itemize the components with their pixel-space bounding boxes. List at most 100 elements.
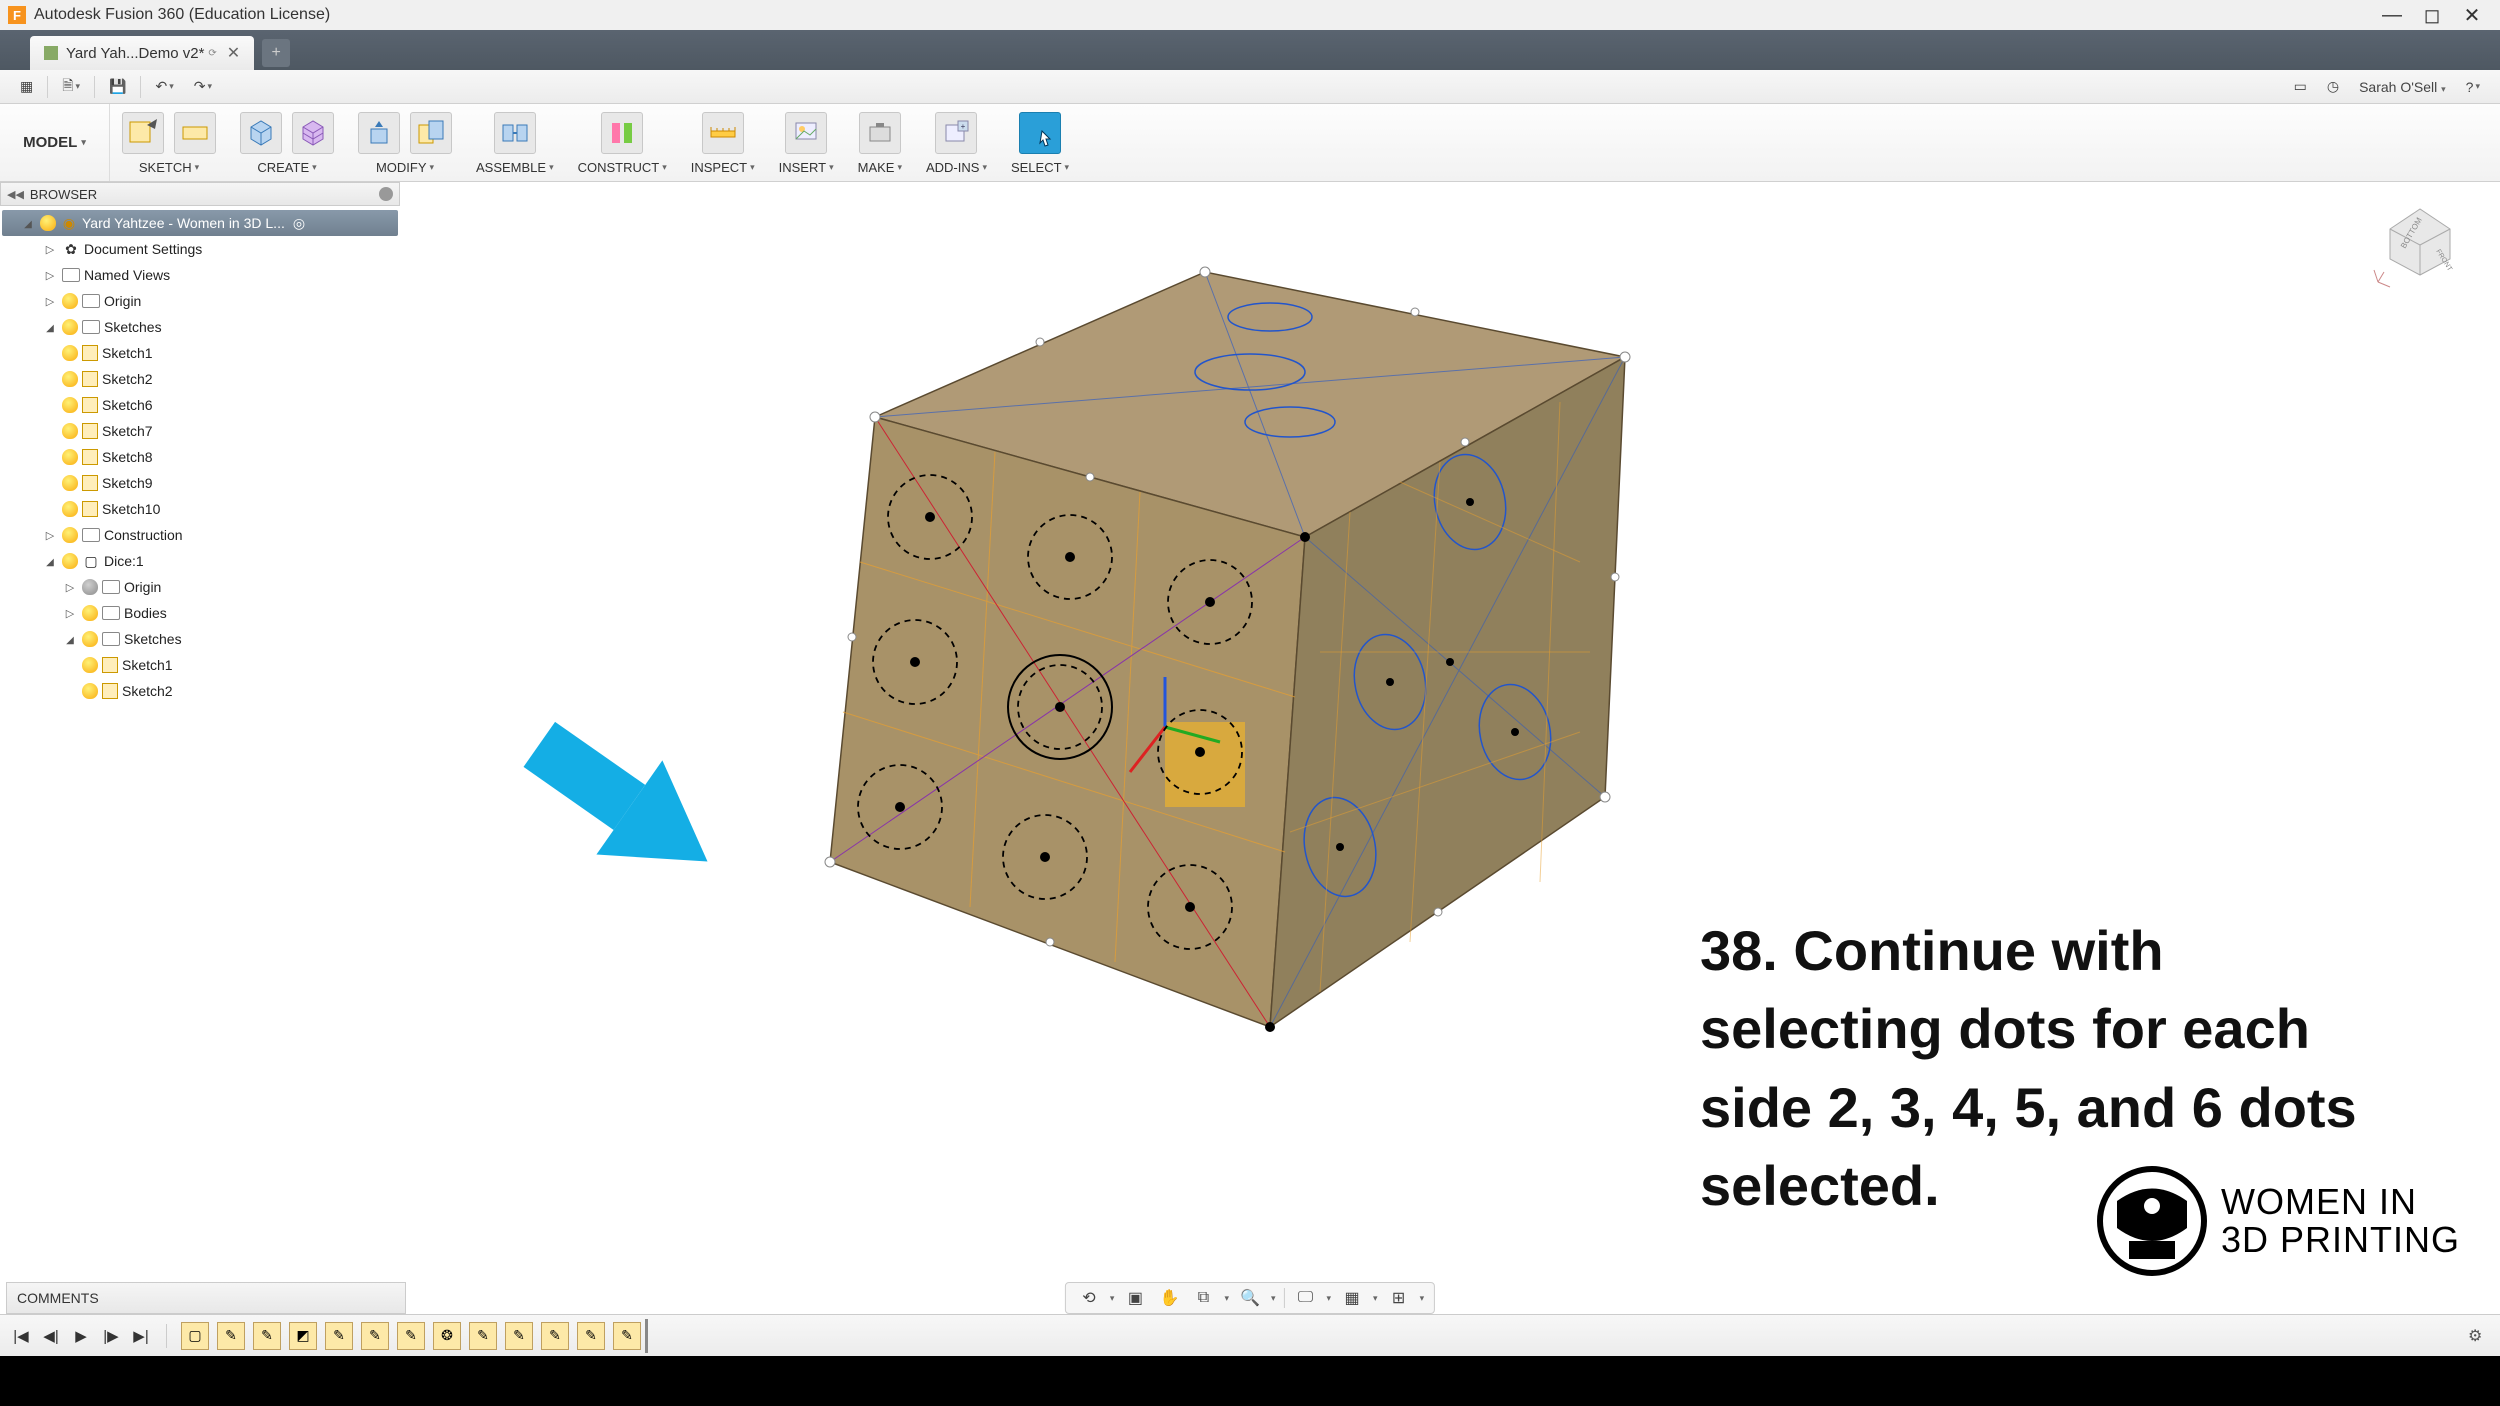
ribbon-label-assemble[interactable]: ASSEMBLE▾ xyxy=(476,157,554,177)
tree-named-views[interactable]: Named Views xyxy=(2,262,398,288)
ribbon-label-sketch[interactable]: SKETCH▾ xyxy=(139,157,199,177)
ribbon-label-modify[interactable]: MODIFY▾ xyxy=(376,157,434,177)
timeline-feature[interactable]: ✎ xyxy=(361,1322,389,1350)
press-pull-button[interactable] xyxy=(358,112,400,154)
close-button[interactable]: ✕ xyxy=(2452,3,2492,28)
timeline-feature[interactable]: ◩ xyxy=(289,1322,317,1350)
ribbon-label-select[interactable]: SELECT▾ xyxy=(1011,157,1069,177)
file-menu-button[interactable]: 🗎▾ xyxy=(52,75,90,99)
expand-icon[interactable] xyxy=(20,216,36,230)
sketch-tool-button[interactable] xyxy=(174,112,216,154)
expand-icon[interactable] xyxy=(42,320,58,334)
tree-sketch9[interactable]: Sketch9 xyxy=(2,470,398,496)
tree-bodies[interactable]: Bodies xyxy=(2,600,398,626)
redo-button[interactable]: ↷▾ xyxy=(184,78,222,95)
visibility-icon[interactable] xyxy=(62,293,78,309)
inspect-button[interactable] xyxy=(702,112,744,154)
expand-icon[interactable] xyxy=(42,268,58,282)
tree-origin[interactable]: Origin xyxy=(2,288,398,314)
minimize-button[interactable]: — xyxy=(2372,4,2412,27)
expand-icon[interactable] xyxy=(42,242,58,256)
visibility-icon[interactable] xyxy=(82,579,98,595)
viewcube[interactable]: BOTTOM FRONT xyxy=(2370,192,2470,292)
expand-icon[interactable] xyxy=(42,528,58,542)
extensions-button[interactable]: ▭ xyxy=(2284,78,2317,95)
timeline-feature[interactable]: ✎ xyxy=(397,1322,425,1350)
ribbon-label-create[interactable]: CREATE▾ xyxy=(257,157,316,177)
model-view[interactable] xyxy=(780,242,1680,1122)
pan-button[interactable]: ✋ xyxy=(1156,1285,1182,1311)
tree-sketch7[interactable]: Sketch7 xyxy=(2,418,398,444)
timeline-feature[interactable]: ▢ xyxy=(181,1322,209,1350)
undo-button[interactable]: ↶▾ xyxy=(145,78,183,95)
visibility-icon[interactable] xyxy=(62,319,78,335)
visibility-icon[interactable] xyxy=(62,501,78,517)
ribbon-label-construct[interactable]: CONSTRUCT▾ xyxy=(578,157,667,177)
create-sketch-button[interactable] xyxy=(122,112,164,154)
collapse-browser-icon[interactable]: ◀◀ xyxy=(7,188,24,201)
timeline-feature[interactable]: ✎ xyxy=(469,1322,497,1350)
data-panel-button[interactable]: ▦ xyxy=(10,78,43,95)
timeline-step-fwd-button[interactable]: |▶ xyxy=(100,1325,122,1347)
timeline-feature[interactable]: ✎ xyxy=(577,1322,605,1350)
close-tab-icon[interactable]: ✕ xyxy=(227,43,240,63)
zoom-button[interactable]: ⧉ xyxy=(1190,1285,1216,1311)
document-tab[interactable]: Yard Yah...Demo v2* ⟳ ✕ xyxy=(30,36,254,70)
new-tab-button[interactable]: + xyxy=(262,39,290,67)
tree-sketch2[interactable]: Sketch2 xyxy=(2,366,398,392)
tree-doc-settings[interactable]: ✿Document Settings xyxy=(2,236,398,262)
timeline-step-back-button[interactable]: ◀| xyxy=(40,1325,62,1347)
timeline-feature[interactable]: ✎ xyxy=(541,1322,569,1350)
timeline-feature[interactable]: ✎ xyxy=(613,1322,641,1350)
tree-dice-sketch2[interactable]: Sketch2 xyxy=(2,678,398,704)
viewport-button[interactable]: ⊞ xyxy=(1386,1285,1412,1311)
workspace-switcher[interactable]: MODEL▾ xyxy=(0,104,110,181)
form-button[interactable] xyxy=(292,112,334,154)
visibility-icon[interactable] xyxy=(62,527,78,543)
browser-header[interactable]: ◀◀ BROWSER xyxy=(0,182,400,206)
tree-sketches[interactable]: Sketches xyxy=(2,314,398,340)
expand-icon[interactable] xyxy=(42,554,58,568)
user-menu[interactable]: Sarah O'Sell ▾ xyxy=(2349,79,2456,95)
fit-button[interactable]: 🔍 xyxy=(1237,1285,1263,1311)
assemble-button[interactable] xyxy=(494,112,536,154)
timeline-end-button[interactable]: ▶| xyxy=(130,1325,152,1347)
browser-control-icon[interactable] xyxy=(379,187,393,201)
visibility-icon[interactable] xyxy=(62,397,78,413)
addins-button[interactable]: + xyxy=(935,112,977,154)
expand-icon[interactable] xyxy=(42,294,58,308)
timeline-playhead[interactable] xyxy=(645,1319,648,1353)
ribbon-label-inspect[interactable]: INSPECT▾ xyxy=(691,157,755,177)
save-button[interactable]: 💾 xyxy=(99,78,136,95)
look-at-button[interactable]: ▣ xyxy=(1122,1285,1148,1311)
tree-root[interactable]: ◉ Yard Yahtzee - Women in 3D L... ◎ xyxy=(2,210,398,236)
tree-dice[interactable]: ▢Dice:1 xyxy=(2,548,398,574)
visibility-icon[interactable] xyxy=(62,553,78,569)
ribbon-label-addins[interactable]: ADD-INS▾ xyxy=(926,157,987,177)
tree-sketch8[interactable]: Sketch8 xyxy=(2,444,398,470)
visibility-icon[interactable] xyxy=(82,631,98,647)
modify-button[interactable] xyxy=(410,112,452,154)
tree-construction[interactable]: Construction xyxy=(2,522,398,548)
tree-dice-sketch1[interactable]: Sketch1 xyxy=(2,652,398,678)
visibility-icon[interactable] xyxy=(82,683,98,699)
select-button[interactable] xyxy=(1019,112,1061,154)
canvas-area[interactable]: ◀◀ BROWSER ◉ Yard Yahtzee - Women in 3D … xyxy=(0,182,2500,1282)
construct-button[interactable] xyxy=(601,112,643,154)
timeline-feature[interactable]: ❂ xyxy=(433,1322,461,1350)
box-button[interactable] xyxy=(240,112,282,154)
expand-icon[interactable] xyxy=(62,632,78,646)
display-settings-button[interactable]: 🖵 xyxy=(1293,1285,1319,1311)
timeline-feature[interactable]: ✎ xyxy=(253,1322,281,1350)
visibility-icon[interactable] xyxy=(82,605,98,621)
timeline-settings-button[interactable]: ⚙ xyxy=(2468,1326,2490,1346)
grid-settings-button[interactable]: ▦ xyxy=(1339,1285,1365,1311)
timeline-start-button[interactable]: |◀ xyxy=(10,1325,32,1347)
make-button[interactable] xyxy=(859,112,901,154)
visibility-icon[interactable] xyxy=(62,371,78,387)
tree-dice-sketches[interactable]: Sketches xyxy=(2,626,398,652)
expand-icon[interactable] xyxy=(62,580,78,594)
timeline-feature[interactable]: ✎ xyxy=(505,1322,533,1350)
orbit-button[interactable]: ⟲ xyxy=(1076,1285,1102,1311)
maximize-button[interactable]: ◻ xyxy=(2412,3,2452,28)
